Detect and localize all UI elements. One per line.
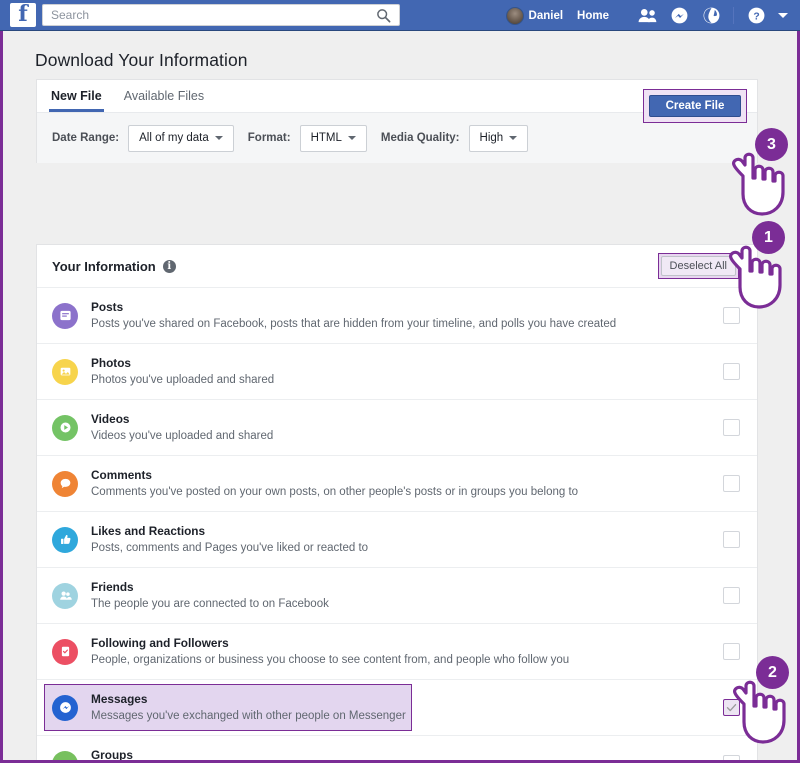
media-quality-label: Media Quality: <box>381 132 460 144</box>
list-item-text: Comments Comments you've posted on your … <box>91 468 757 500</box>
notifications-icon[interactable] <box>701 5 721 27</box>
messenger-icon <box>52 695 78 721</box>
list-item-description: People, organizations or business you ch… <box>91 652 757 668</box>
screenshot-root: f Daniel Home <box>0 0 800 763</box>
navbar-divider <box>733 7 734 24</box>
list-item-description: The people you are connected to on Faceb… <box>91 596 757 612</box>
navbar-right-group: Daniel Home <box>506 0 792 31</box>
list-item[interactable]: Friends The people you are connected to … <box>37 568 757 624</box>
list-item-text: Messages Messages you've exchanged with … <box>91 692 757 724</box>
chevron-down-icon <box>509 136 517 140</box>
tab-new-file[interactable]: New File <box>51 80 102 111</box>
your-information-card: Your Information i Deselect All Posts <box>36 244 758 760</box>
photos-checkbox[interactable] <box>723 363 740 380</box>
annotation-badge-2: 2 <box>756 656 789 689</box>
list-item-description: Videos you've uploaded and shared <box>91 428 757 444</box>
list-item-text: Following and Followers People, organiza… <box>91 636 757 668</box>
search-icon[interactable] <box>376 8 391 23</box>
likes-checkbox[interactable] <box>723 531 740 548</box>
search-input[interactable] <box>51 6 371 24</box>
videos-icon <box>52 415 78 441</box>
list-item-text: Videos Videos you've uploaded and shared <box>91 412 757 444</box>
facebook-logo-icon[interactable]: f <box>10 3 36 27</box>
create-file-button[interactable]: Create File <box>649 95 741 117</box>
friend-requests-icon[interactable] <box>637 5 657 27</box>
videos-checkbox[interactable] <box>723 419 740 436</box>
date-range-select[interactable]: All of my data <box>128 125 234 152</box>
nav-home-link[interactable]: Home <box>577 10 609 22</box>
groups-checkbox[interactable] <box>723 755 740 763</box>
format-value: HTML <box>311 132 342 144</box>
list-item-text: Groups Groups you belong to, groups you … <box>91 748 757 763</box>
format-label: Format: <box>248 132 291 144</box>
date-range-value: All of my data <box>139 132 209 144</box>
comments-icon <box>52 471 78 497</box>
likes-icon <box>52 527 78 553</box>
list-item[interactable]: Likes and Reactions Posts, comments and … <box>37 512 757 568</box>
list-item-title: Photos <box>91 356 757 371</box>
following-icon <box>52 639 78 665</box>
media-quality-select[interactable]: High <box>469 125 529 152</box>
chevron-down-icon <box>348 136 356 140</box>
annotation-badge-1: 1 <box>752 221 785 254</box>
list-item-text: Photos Photos you've uploaded and shared <box>91 356 757 388</box>
help-icon[interactable]: ? <box>746 5 766 27</box>
list-item-title: Posts <box>91 300 757 315</box>
list-item-messages[interactable]: Messages Messages you've exchanged with … <box>37 680 757 736</box>
facebook-top-navbar: f Daniel Home <box>0 0 800 31</box>
list-item-description: Posts you've shared on Facebook, posts t… <box>91 316 757 332</box>
tab-available-files[interactable]: Available Files <box>124 80 204 111</box>
messenger-icon[interactable] <box>669 5 689 27</box>
list-item-title: Messages <box>91 692 757 707</box>
list-item-text: Likes and Reactions Posts, comments and … <box>91 524 757 556</box>
list-item[interactable]: Posts Posts you've shared on Facebook, p… <box>37 288 757 344</box>
page-frame: Download Your Information New File Avail… <box>0 31 800 763</box>
date-range-label: Date Range: <box>52 132 119 144</box>
posts-icon <box>52 303 78 329</box>
media-quality-value: High <box>480 132 504 144</box>
info-icon[interactable]: i <box>163 260 176 273</box>
list-item[interactable]: Videos Videos you've uploaded and shared <box>37 400 757 456</box>
list-item[interactable]: Following and Followers People, organiza… <box>37 624 757 680</box>
list-item-title: Likes and Reactions <box>91 524 757 539</box>
posts-checkbox[interactable] <box>723 307 740 324</box>
photos-icon <box>52 359 78 385</box>
list-item-text: Friends The people you are connected to … <box>91 580 757 612</box>
account-chevron-down-icon[interactable] <box>778 13 788 18</box>
following-checkbox[interactable] <box>723 643 740 660</box>
list-item[interactable]: Groups Groups you belong to, groups you … <box>37 736 757 763</box>
list-item-title: Following and Followers <box>91 636 757 651</box>
list-item-title: Videos <box>91 412 757 427</box>
friends-icon <box>52 583 78 609</box>
list-item-description: Messages you've exchanged with other peo… <box>91 708 757 724</box>
avatar[interactable] <box>506 7 524 25</box>
list-item[interactable]: Comments Comments you've posted on your … <box>37 456 757 512</box>
search-box[interactable] <box>42 4 400 26</box>
list-item-text: Posts Posts you've shared on Facebook, p… <box>91 300 757 332</box>
page-title: Download Your Information <box>35 50 248 71</box>
nav-user-name[interactable]: Daniel <box>529 10 564 22</box>
deselect-all-highlight: Deselect All <box>658 253 739 279</box>
list-item-title: Groups <box>91 748 757 763</box>
create-file-highlight: Create File <box>643 89 747 123</box>
format-select[interactable]: HTML <box>300 125 367 152</box>
your-information-header: Your Information i Deselect All <box>37 245 757 288</box>
chevron-down-icon <box>215 136 223 140</box>
groups-icon <box>52 751 78 763</box>
list-item-title: Comments <box>91 468 757 483</box>
list-item-description: Posts, comments and Pages you've liked o… <box>91 540 757 556</box>
comments-checkbox[interactable] <box>723 475 740 492</box>
your-information-title: Your Information <box>52 259 156 274</box>
new-file-card: New File Available Files Date Range: All… <box>36 79 758 163</box>
list-item-description: Comments you've posted on your own posts… <box>91 484 757 500</box>
list-item[interactable]: Photos Photos you've uploaded and shared <box>37 344 757 400</box>
annotation-badge-3: 3 <box>755 128 788 161</box>
deselect-all-button[interactable]: Deselect All <box>661 256 736 276</box>
list-item-title: Friends <box>91 580 757 595</box>
list-item-description: Photos you've uploaded and shared <box>91 372 757 388</box>
friends-checkbox[interactable] <box>723 587 740 604</box>
svg-text:?: ? <box>753 12 759 23</box>
